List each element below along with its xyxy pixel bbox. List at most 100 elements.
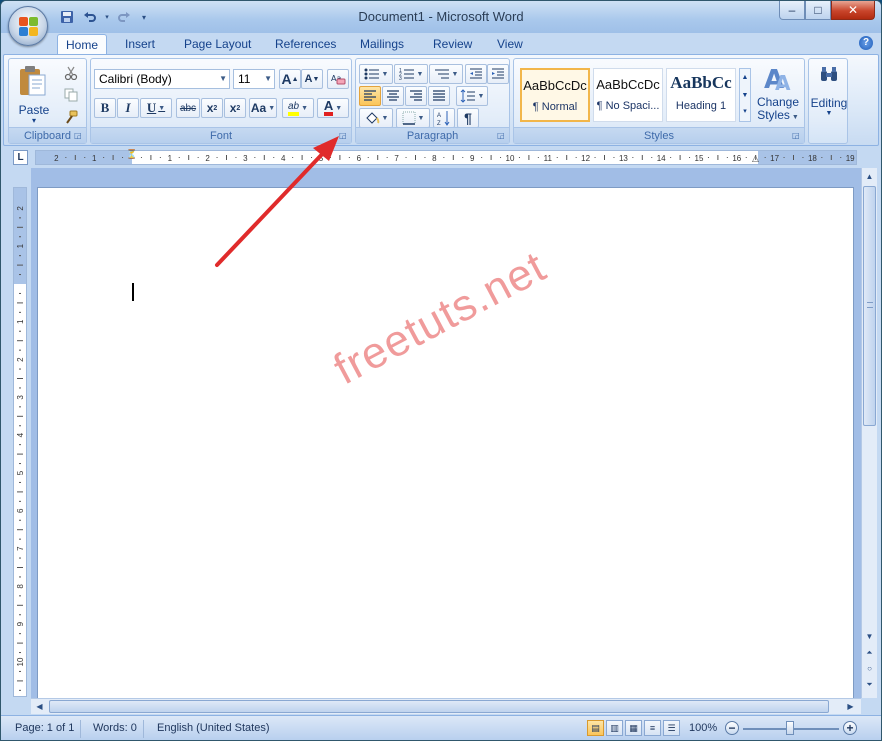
- font-dialog-launcher-icon[interactable]: ◲: [339, 131, 348, 140]
- style-no-spacing[interactable]: AaBbCcDc ¶ No Spaci...: [593, 68, 663, 122]
- font-name-combo[interactable]: Calibri (Body) ▼: [94, 69, 230, 89]
- style-normal[interactable]: AaBbCcDc ¶ Normal: [520, 68, 590, 122]
- grip-icon: [867, 302, 873, 308]
- align-right-button[interactable]: [405, 86, 427, 106]
- first-line-indent-marker-icon[interactable]: ⏳: [126, 149, 137, 160]
- undo-dropdown-icon[interactable]: ▾: [103, 8, 111, 26]
- tab-review[interactable]: Review: [425, 34, 480, 55]
- help-icon[interactable]: ?: [859, 36, 873, 50]
- minimize-button[interactable]: –: [779, 1, 805, 20]
- increase-indent-button[interactable]: [487, 64, 509, 84]
- scroll-left-icon[interactable]: ◀: [33, 700, 46, 713]
- paste-dropdown-icon[interactable]: ▾: [15, 116, 53, 125]
- style-heading-1[interactable]: AaBbCc Heading 1: [666, 68, 736, 122]
- save-icon[interactable]: [57, 8, 77, 26]
- show-formatting-marks-button[interactable]: ¶: [457, 108, 479, 128]
- cut-icon[interactable]: [60, 63, 82, 83]
- paragraph-dialog-launcher-icon[interactable]: ◲: [497, 131, 506, 140]
- change-styles-button[interactable]: AA Change Styles ▼: [754, 63, 802, 127]
- multilevel-list-button[interactable]: ▼: [429, 64, 463, 84]
- window-controls: – □ ✕: [779, 1, 875, 20]
- bullets-button[interactable]: ▼: [359, 64, 393, 84]
- horizontal-scroll-thumb[interactable]: [49, 700, 829, 713]
- shrink-font-button[interactable]: A ▼: [301, 69, 323, 89]
- format-painter-icon[interactable]: [60, 107, 82, 127]
- numbering-button[interactable]: 1 2 3 ▼: [394, 64, 428, 84]
- grow-font-button[interactable]: A ▲: [279, 69, 301, 89]
- shading-button[interactable]: ▼: [359, 108, 393, 128]
- paragraph-group: ▼ 1 2 3 ▼ ▼ ▼ ▼ ▼ A Z ¶ Paragraph ◲: [355, 58, 510, 144]
- horizontal-ruler[interactable]: 2 1 1 2 3 4 5 6 7 8 9 10 11 12 13 14 15 16 17 18 19 ⏳ △: [35, 149, 857, 165]
- full-screen-reading-icon[interactable]: ▥: [606, 720, 623, 736]
- tab-insert[interactable]: Insert: [117, 34, 163, 55]
- web-layout-icon[interactable]: ▦: [625, 720, 642, 736]
- font-color-button[interactable]: A ▼: [317, 98, 349, 118]
- next-page-icon[interactable]: ⏷: [863, 678, 876, 691]
- zoom-out-button[interactable]: −: [725, 721, 739, 735]
- scroll-down-icon[interactable]: ▼: [740, 87, 750, 105]
- page-count-status[interactable]: Page: 1 of 1: [9, 720, 82, 738]
- document-page[interactable]: [37, 187, 854, 699]
- office-button[interactable]: [8, 6, 48, 46]
- tab-home[interactable]: Home: [57, 34, 108, 55]
- scroll-up-icon[interactable]: ▲: [863, 170, 876, 183]
- tab-selector[interactable]: L: [13, 150, 28, 165]
- line-spacing-icon: [460, 89, 475, 103]
- select-browse-object-icon[interactable]: ○: [863, 662, 876, 675]
- align-center-button[interactable]: [382, 86, 404, 106]
- styles-launcher-icon[interactable]: ◲: [792, 131, 801, 140]
- paste-button[interactable]: Paste ▾: [15, 63, 51, 125]
- scroll-up-icon[interactable]: ▲: [740, 69, 750, 87]
- outline-icon[interactable]: ≡: [644, 720, 661, 736]
- vertical-ruler[interactable]: 2 1 1 2 3 4 5 6 7 8 9 10: [13, 187, 27, 697]
- maximize-button[interactable]: □: [805, 1, 831, 20]
- tab-view[interactable]: View: [489, 34, 531, 55]
- align-left-button[interactable]: [359, 86, 381, 106]
- draft-icon[interactable]: ☰: [663, 720, 680, 736]
- strikethrough-button[interactable]: abc: [176, 98, 200, 118]
- subscript-button[interactable]: x2: [201, 98, 223, 118]
- scroll-down-icon[interactable]: ▼: [863, 630, 876, 643]
- highlight-button[interactable]: ab ▼: [282, 98, 314, 118]
- underline-button[interactable]: U ▼: [140, 98, 172, 118]
- align-left-icon: [364, 90, 376, 101]
- ruler-number: 7: [394, 154, 399, 163]
- redo-icon[interactable]: [114, 8, 134, 26]
- tab-page-layout[interactable]: Page Layout: [176, 34, 259, 55]
- more-styles-icon[interactable]: ▾: [740, 105, 750, 121]
- scroll-right-icon[interactable]: ▶: [844, 700, 857, 713]
- sort-button[interactable]: AZ: [433, 108, 455, 128]
- right-indent-marker-icon[interactable]: △: [752, 153, 759, 164]
- superscript-icon: x: [229, 101, 237, 115]
- clipboard-launcher-icon[interactable]: ◲: [74, 131, 83, 140]
- change-case-button[interactable]: Aa ▼: [249, 98, 277, 118]
- editing-button[interactable]: Editing ▼: [809, 63, 849, 125]
- italic-button[interactable]: I: [117, 98, 139, 118]
- superscript-button[interactable]: x2: [224, 98, 246, 118]
- chevron-down-icon: ▼: [791, 114, 799, 121]
- clear-formatting-button[interactable]: Aa: [327, 69, 349, 89]
- tab-mailings[interactable]: Mailings: [352, 34, 412, 55]
- print-layout-icon[interactable]: ▤: [587, 720, 604, 736]
- horizontal-scrollbar[interactable]: ◀ ▶: [31, 698, 861, 714]
- decrease-indent-button[interactable]: [465, 64, 487, 84]
- bold-button[interactable]: B: [94, 98, 116, 118]
- undo-icon[interactable]: [80, 8, 100, 26]
- zoom-slider-thumb[interactable]: [786, 721, 794, 735]
- tab-references[interactable]: References: [267, 34, 344, 55]
- sort-icon: AZ: [437, 111, 450, 126]
- zoom-level[interactable]: 100%: [683, 720, 723, 738]
- zoom-in-button[interactable]: +: [843, 721, 857, 735]
- vertical-scroll-thumb[interactable]: [863, 186, 876, 426]
- justify-button[interactable]: [428, 86, 450, 106]
- close-button[interactable]: ✕: [831, 1, 875, 20]
- font-size-combo[interactable]: 11 ▼: [233, 69, 275, 89]
- borders-button[interactable]: ▼: [396, 108, 430, 128]
- word-count-status[interactable]: Words: 0: [87, 720, 144, 738]
- vertical-scrollbar[interactable]: ▲ ▼ ⏶ ○ ⏷: [861, 168, 877, 698]
- language-status[interactable]: English (United States): [151, 720, 276, 738]
- previous-page-icon[interactable]: ⏶: [863, 646, 876, 659]
- copy-icon[interactable]: [60, 85, 82, 105]
- customize-qat-icon[interactable]: ▾: [137, 8, 151, 26]
- line-spacing-button[interactable]: ▼: [456, 86, 488, 106]
